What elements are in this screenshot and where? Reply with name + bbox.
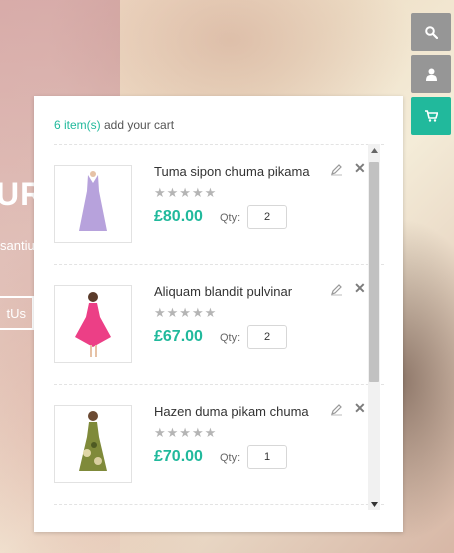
product-name[interactable]: Hazen duma pikam chuma — [154, 404, 309, 419]
user-icon — [425, 68, 437, 81]
product-name[interactable]: Aliquam blandit pulvinar — [154, 284, 292, 299]
cart-button[interactable] — [411, 97, 451, 135]
remove-icon[interactable]: ✕ — [354, 400, 366, 417]
cart-item: Tuma sipon chuma pikama ★★★★★ £80.00 Qty… — [54, 145, 384, 265]
cart-icon — [424, 110, 438, 122]
quantity-label: Qty: — [220, 452, 241, 464]
product-price: £67.00 — [154, 328, 203, 345]
product-image[interactable] — [54, 405, 132, 483]
quantity-label: Qty: — [220, 212, 241, 224]
cart-scrollbar[interactable] — [368, 144, 380, 510]
hero-contact-button[interactable]: tUs — [0, 296, 34, 330]
rating-stars: ★★★★★ — [154, 185, 218, 200]
rating-stars: ★★★★★ — [154, 305, 218, 320]
hero-subtitle: santiu — [0, 238, 35, 253]
product-name[interactable]: Tuma sipon chuma pikama — [154, 164, 310, 179]
search-button[interactable] — [411, 13, 451, 51]
product-image[interactable] — [54, 285, 132, 363]
quantity-input[interactable]: 2 — [247, 205, 287, 229]
remove-icon[interactable]: ✕ — [354, 160, 366, 177]
scroll-down-icon[interactable] — [368, 498, 380, 510]
floral-dress-image — [79, 411, 107, 471]
cart-dropdown: 6 item(s) add your cart Tuma sipon chuma… — [34, 96, 403, 532]
product-price: £70.00 — [154, 448, 203, 465]
edit-icon[interactable] — [330, 403, 343, 416]
product-price: £80.00 — [154, 208, 203, 225]
rating-stars: ★★★★★ — [154, 425, 218, 440]
cart-item-list: Tuma sipon chuma pikama ★★★★★ £80.00 Qty… — [54, 144, 384, 507]
cart-item-count[interactable]: 6 item(s) — [54, 118, 101, 132]
remove-icon[interactable]: ✕ — [354, 280, 366, 297]
pink-dress-image — [75, 292, 111, 357]
account-button[interactable] — [411, 55, 451, 93]
cart-summary: 6 item(s) add your cart — [54, 118, 174, 132]
cart-item: Hazen duma pikam chuma ★★★★★ £70.00 Qty:… — [54, 385, 384, 505]
search-icon — [424, 25, 438, 39]
quantity-label: Qty: — [220, 332, 241, 344]
edit-icon[interactable] — [330, 283, 343, 296]
product-image[interactable] — [54, 165, 132, 243]
cart-summary-text: add your cart — [100, 118, 175, 132]
scrollbar-thumb[interactable] — [369, 162, 379, 382]
cart-item: Aliquam blandit pulvinar ★★★★★ £67.00 Qt… — [54, 265, 384, 385]
scroll-up-icon[interactable] — [368, 144, 380, 156]
edit-icon[interactable] — [330, 163, 343, 176]
lavender-dress-image — [79, 171, 107, 231]
quantity-input[interactable]: 2 — [247, 325, 287, 349]
quantity-input[interactable]: 1 — [247, 445, 287, 469]
